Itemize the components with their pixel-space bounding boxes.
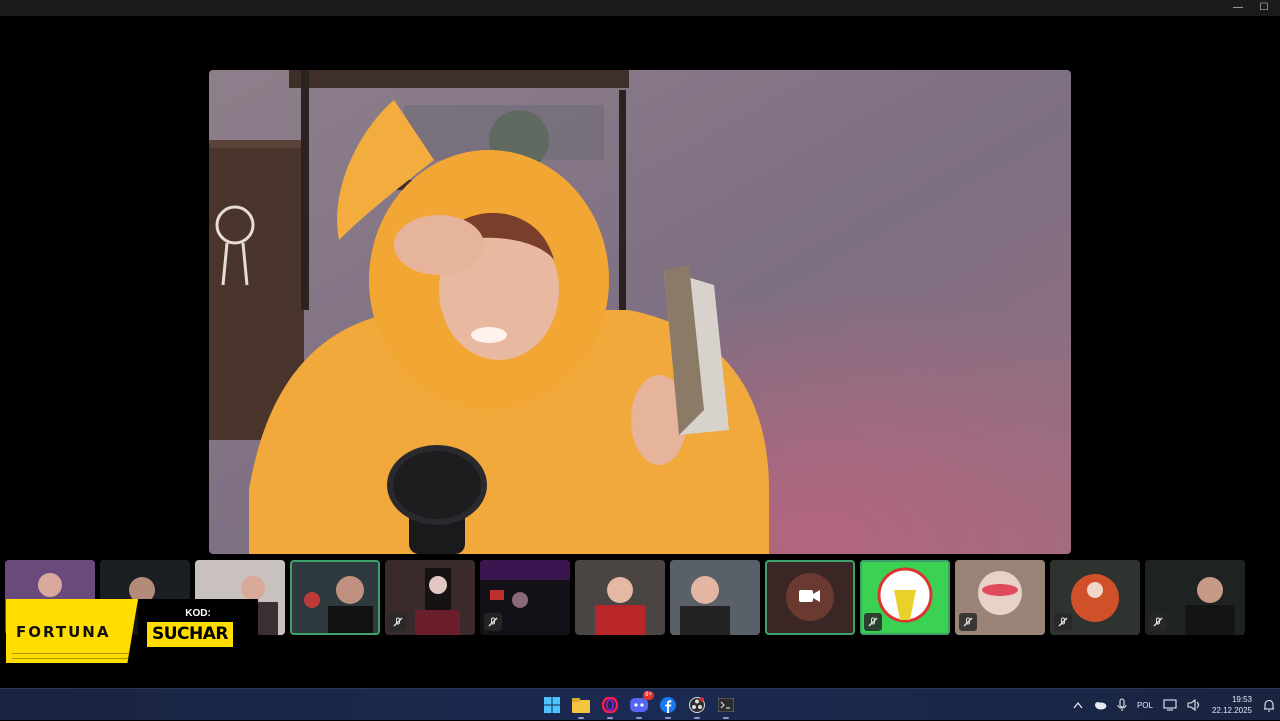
participant-tile[interactable] bbox=[480, 560, 570, 635]
clock-date: 22.12.2025 bbox=[1211, 706, 1252, 715]
obs-icon bbox=[689, 697, 705, 713]
taskbar: 9+ POL 19:53 22.12.2025 bbox=[0, 688, 1280, 720]
chevron-up-icon bbox=[1073, 701, 1083, 709]
promo-code-value: SUCHAR bbox=[147, 622, 233, 647]
microphone-tray-button[interactable] bbox=[1112, 689, 1132, 721]
app-window: — ☐ FORTUNA KOD: SUCHAR bbox=[0, 0, 1280, 688]
opera-app[interactable] bbox=[598, 693, 622, 719]
participant-tile[interactable] bbox=[955, 560, 1045, 635]
opera-icon bbox=[602, 697, 618, 713]
muted-mic-icon bbox=[1054, 613, 1072, 631]
participant-tile[interactable] bbox=[765, 560, 855, 635]
participant-tile[interactable] bbox=[860, 560, 950, 635]
speaker-icon bbox=[1187, 699, 1199, 711]
title-bar: — ☐ bbox=[0, 0, 1280, 16]
cloud-icon bbox=[1094, 702, 1107, 710]
main-video-feed[interactable] bbox=[209, 70, 1071, 554]
muted-mic-icon bbox=[389, 613, 407, 631]
participant-tile[interactable] bbox=[670, 560, 760, 635]
maximize-button[interactable]: ☐ bbox=[1258, 2, 1270, 14]
participant-tile[interactable] bbox=[290, 560, 380, 635]
participant-tile[interactable] bbox=[1050, 560, 1140, 635]
discord-icon bbox=[630, 698, 648, 712]
fortuna-logo: FORTUNA bbox=[6, 599, 138, 663]
sponsor-banner: FORTUNA KOD: SUCHAR bbox=[6, 599, 258, 663]
sponsor-fine-print bbox=[12, 653, 130, 659]
file-explorer-app[interactable] bbox=[569, 693, 593, 719]
facebook-app[interactable] bbox=[656, 693, 680, 719]
onedrive-tray-button[interactable] bbox=[1088, 689, 1112, 721]
folder-icon bbox=[572, 697, 590, 713]
muted-mic-icon bbox=[1149, 613, 1167, 631]
obs-app[interactable] bbox=[685, 693, 709, 719]
volume-tray-button[interactable] bbox=[1182, 689, 1206, 721]
clock[interactable]: 19:53 22.12.2025 bbox=[1206, 694, 1258, 716]
muted-mic-icon bbox=[864, 613, 882, 631]
notification-badge: 9+ bbox=[643, 691, 654, 700]
muted-mic-icon bbox=[959, 613, 977, 631]
participant-tile[interactable] bbox=[385, 560, 475, 635]
discord-app[interactable]: 9+ bbox=[627, 691, 654, 719]
notifications-button[interactable] bbox=[1258, 689, 1280, 721]
clock-time: 19:53 bbox=[1231, 695, 1252, 704]
terminal-icon bbox=[718, 698, 734, 712]
minimize-button[interactable]: — bbox=[1232, 2, 1244, 14]
promo-code-label: KOD: bbox=[185, 608, 211, 619]
facebook-icon bbox=[660, 697, 676, 713]
participant-tile[interactable] bbox=[575, 560, 665, 635]
show-hidden-icons-button[interactable] bbox=[1068, 689, 1088, 721]
sponsor-brand: FORTUNA bbox=[16, 623, 111, 641]
system-tray: POL 19:53 22.12.2025 bbox=[1068, 689, 1280, 721]
windows-logo-icon bbox=[544, 697, 560, 713]
terminal-app[interactable] bbox=[714, 693, 738, 719]
video-camera-icon bbox=[799, 588, 821, 604]
muted-mic-icon bbox=[484, 613, 502, 631]
participant-tile[interactable] bbox=[1145, 560, 1245, 635]
microphone-icon bbox=[1117, 698, 1127, 711]
start-button[interactable] bbox=[540, 693, 564, 717]
language-indicator[interactable]: POL bbox=[1132, 689, 1158, 721]
network-tray-button[interactable] bbox=[1158, 689, 1182, 721]
bell-icon bbox=[1264, 699, 1274, 712]
promo-code-box: KOD: SUCHAR bbox=[138, 599, 258, 663]
network-icon bbox=[1163, 699, 1177, 711]
